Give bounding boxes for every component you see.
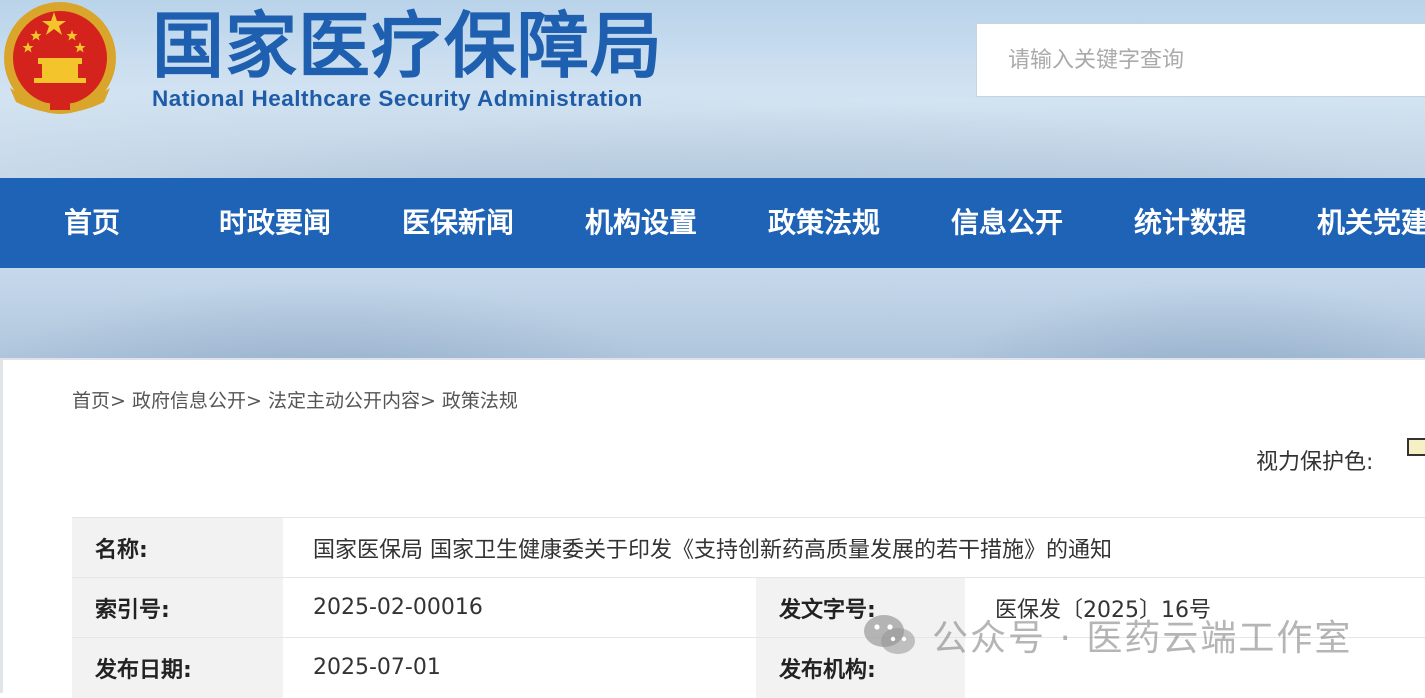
nav-item-healthcare-news[interactable]: 医保新闻 — [402, 178, 514, 268]
breadcrumb: 首页> 政府信息公开> 法定主动公开内容> 政策法规 — [72, 386, 518, 413]
index-label: 索引号: — [72, 577, 283, 638]
site-title-cn: 国家医疗保障局 — [152, 3, 664, 88]
nav-item-organization[interactable]: 机构设置 — [585, 178, 697, 268]
mountain-ridge — [0, 280, 700, 360]
breadcrumb-gov-info[interactable]: 政府信息公开> — [132, 390, 262, 412]
nav-item-policies[interactable]: 政策法规 — [768, 178, 880, 268]
nav-item-info-disclosure[interactable]: 信息公开 — [951, 178, 1063, 268]
watermark-text: 公众号 · 医药云端工作室 — [932, 618, 1353, 659]
search-input[interactable] — [976, 23, 1425, 97]
site-title-en: National Healthcare Security Administrat… — [152, 86, 643, 111]
mountain-ridge — [900, 280, 1425, 360]
breadcrumb-policies[interactable]: 政策法规 — [442, 390, 518, 412]
eye-protection-swatch[interactable] — [1407, 438, 1425, 456]
nav-item-party-building[interactable]: 机关党建 — [1317, 178, 1425, 268]
wechat-icon — [864, 615, 915, 654]
nav-item-statistics[interactable]: 统计数据 — [1134, 178, 1246, 268]
table-row: 名称: 国家医保局 国家卫生健康委关于印发《支持创新药高质量发展的若干措施》的通… — [72, 517, 1425, 578]
banner-background — [0, 268, 1425, 360]
breadcrumb-statutory-content[interactable]: 法定主动公开内容> — [268, 390, 436, 412]
main-nav: 首页 时政要闻 医保新闻 机构设置 政策法规 信息公开 统计数据 机关党建 — [0, 178, 1425, 268]
national-emblem-icon[interactable] — [0, 0, 120, 120]
name-value: 国家医保局 国家卫生健康委关于印发《支持创新药高质量发展的若干措施》的通知 — [283, 517, 1425, 578]
site-header: 国家医疗保障局 National Healthcare Security Adm… — [0, 0, 1425, 178]
index-value: 2025-02-00016 — [283, 577, 756, 638]
nav-item-political-news[interactable]: 时政要闻 — [219, 178, 331, 268]
nav-item-home[interactable]: 首页 — [64, 178, 120, 268]
publish-date-label: 发布日期: — [72, 637, 283, 698]
breadcrumb-home[interactable]: 首页> — [72, 390, 126, 412]
watermark: 公众号 · 医药云端工作室 — [862, 610, 1352, 660]
publish-date-value: 2025-07-01 — [283, 637, 756, 698]
name-label: 名称: — [72, 517, 283, 578]
eye-protection-label: 视力保护色: — [1256, 450, 1374, 475]
document-info-table: 名称: 国家医保局 国家卫生健康委关于印发《支持创新药高质量发展的若干措施》的通… — [72, 517, 1425, 698]
